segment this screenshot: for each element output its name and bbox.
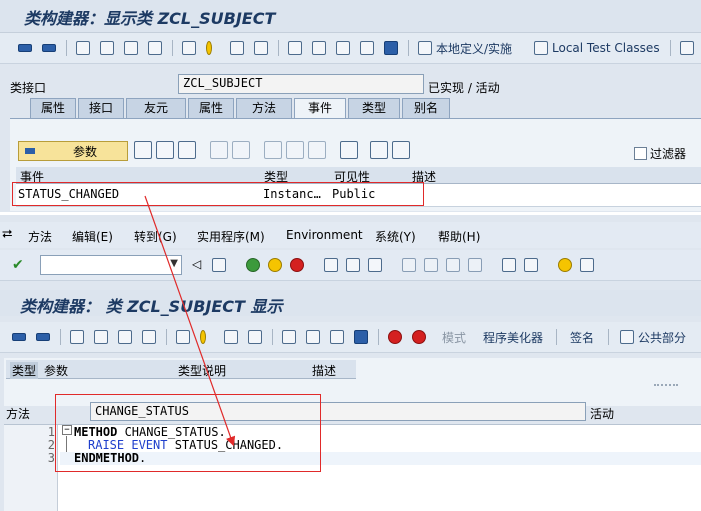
arrow-line	[144, 195, 236, 447]
annotation-arrow	[144, 195, 236, 447]
